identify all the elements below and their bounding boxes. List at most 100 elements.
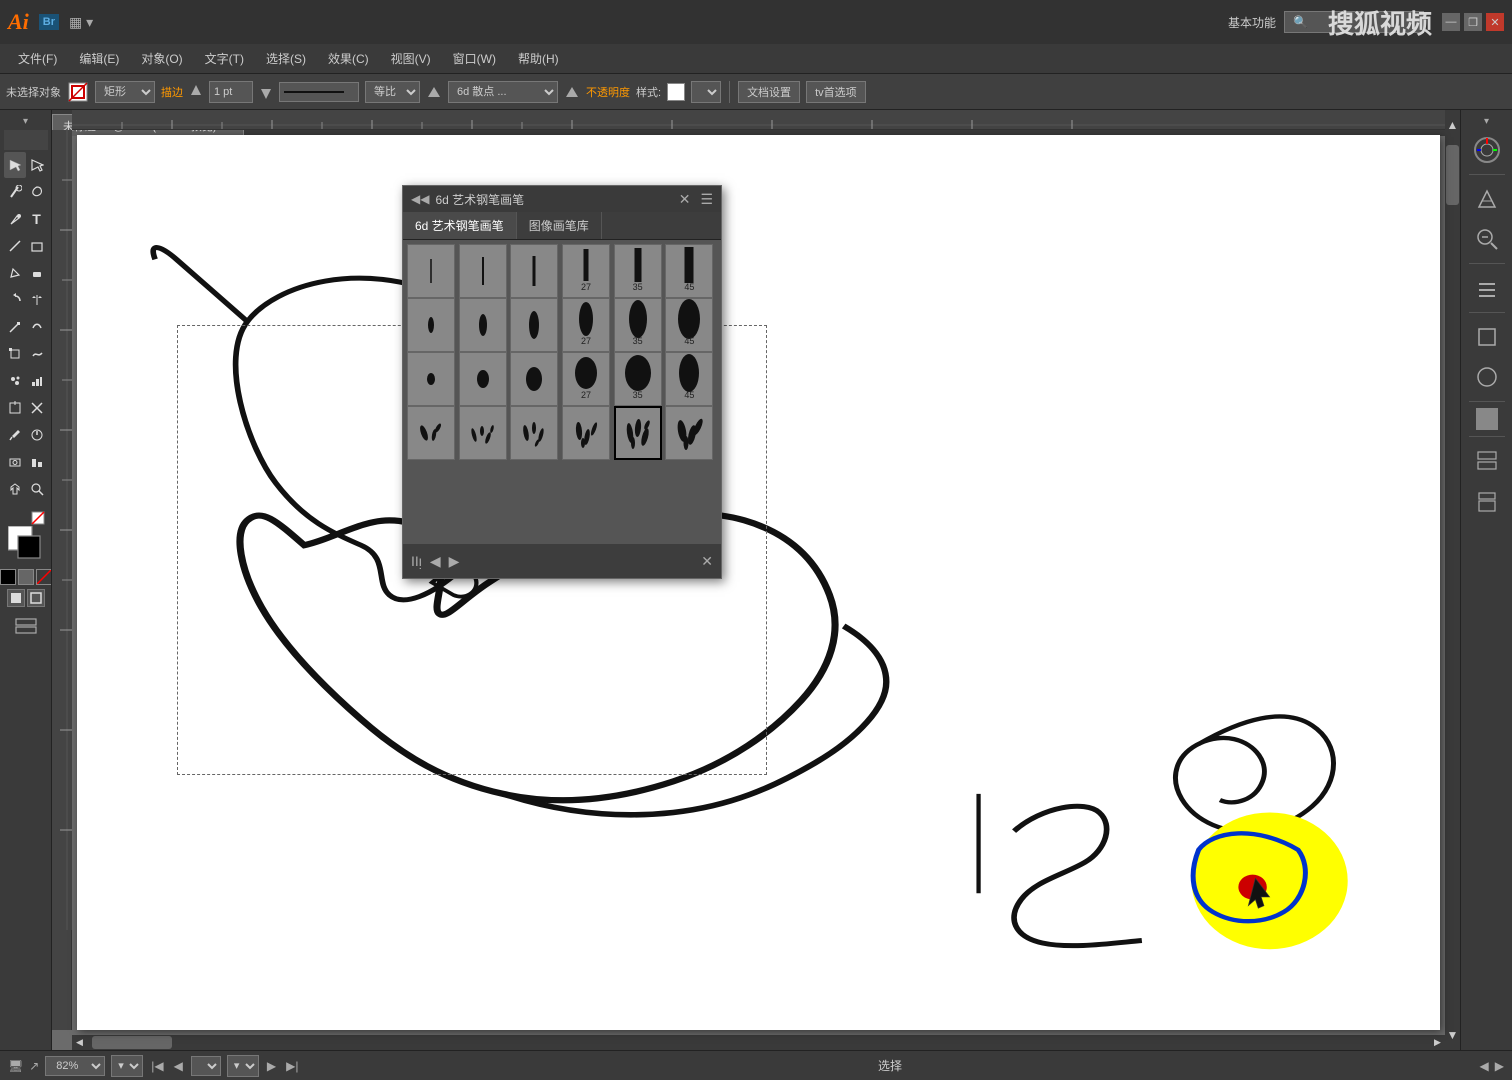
- chart-tool[interactable]: [26, 449, 48, 475]
- menu-type[interactable]: 文字(T): [195, 46, 254, 71]
- close-button[interactable]: ✕: [1486, 13, 1504, 31]
- swap-colors-icon[interactable]: [8, 526, 44, 565]
- brush-expand-icon[interactable]: [564, 81, 580, 103]
- warp-tool[interactable]: [26, 314, 48, 340]
- nav-prev-button[interactable]: ◀: [172, 1059, 185, 1073]
- doc-settings-button[interactable]: 文档设置: [738, 81, 800, 103]
- zoom-tool[interactable]: [26, 476, 48, 502]
- brush-cell-3-3[interactable]: [562, 406, 610, 460]
- scroll-thumb-horizontal[interactable]: [92, 1036, 172, 1049]
- stroke-value-input[interactable]: [209, 81, 253, 103]
- brush-prev-button[interactable]: ◀: [430, 553, 441, 570]
- right-layers-tool[interactable]: [1467, 443, 1507, 479]
- screenshot-tool[interactable]: [4, 449, 26, 475]
- line-tool[interactable]: [4, 233, 26, 259]
- right-panel-collapse-icon[interactable]: ▾: [1484, 116, 1489, 127]
- brush-delete-button[interactable]: ✕: [701, 553, 713, 570]
- brush-cell-1-5[interactable]: 45: [665, 298, 713, 352]
- color-black-swatch[interactable]: [0, 569, 16, 585]
- no-fill-icon[interactable]: [31, 511, 46, 526]
- brush-cell-2-0[interactable]: [407, 352, 455, 406]
- brush-library-button[interactable]: IIᴉ: [411, 553, 422, 569]
- right-color-swatch[interactable]: [1476, 408, 1498, 430]
- brush-cell-1-3[interactable]: 27: [562, 298, 610, 352]
- scroll-thumb-vertical[interactable]: [1446, 145, 1459, 205]
- minimize-button[interactable]: —: [1442, 13, 1460, 31]
- nav-last-button[interactable]: ▶|: [284, 1059, 300, 1073]
- nav-first-button[interactable]: |◀: [149, 1059, 165, 1073]
- brush-cell-0-4[interactable]: 35: [614, 244, 662, 298]
- free-transform-tool[interactable]: [4, 341, 26, 367]
- right-zoom-tool[interactable]: [1467, 221, 1507, 257]
- stroke-style-preview[interactable]: [279, 82, 359, 102]
- br-logo-icon[interactable]: Br: [39, 14, 59, 30]
- layout-icon[interactable]: ▦ ▾: [65, 12, 97, 33]
- color-wheel-tool[interactable]: [1467, 132, 1507, 168]
- panel-nav-prev-button[interactable]: ◀◀: [411, 192, 429, 206]
- right-arrange-tool[interactable]: [1467, 483, 1507, 519]
- nav-next-button[interactable]: ▶: [265, 1059, 278, 1073]
- tab-image-brush-lib[interactable]: 图像画笔库: [517, 212, 602, 239]
- scroll-down-arrow[interactable]: ▼: [1445, 1020, 1460, 1050]
- brush-cell-0-5[interactable]: 45: [665, 244, 713, 298]
- stroke-up-arrow[interactable]: [189, 81, 203, 103]
- brush-cell-3-1[interactable]: [459, 406, 507, 460]
- stroke-down-arrow[interactable]: [259, 81, 273, 103]
- panel-close-button[interactable]: ✕: [679, 191, 691, 208]
- eraser-tool[interactable]: [26, 260, 48, 286]
- artwork-canvas[interactable]: [77, 135, 1440, 1030]
- right-lines-tool[interactable]: [1467, 270, 1507, 306]
- brush-cell-3-2[interactable]: [510, 406, 558, 460]
- pencil-tool[interactable]: [4, 260, 26, 286]
- reflect-tool[interactable]: [26, 287, 48, 313]
- artboard-tool[interactable]: [4, 395, 26, 421]
- right-pen-tool[interactable]: [1467, 181, 1507, 217]
- status-export-icon[interactable]: ↗: [29, 1059, 39, 1073]
- brush-cell-0-3[interactable]: 27: [562, 244, 610, 298]
- page-dropdown[interactable]: ▾: [227, 1055, 259, 1077]
- brush-cell-1-1[interactable]: [459, 298, 507, 352]
- brush-cell-2-4[interactable]: 35: [614, 352, 662, 406]
- scroll-left-arrow[interactable]: ◀: [72, 1035, 87, 1050]
- brush-cell-3-0[interactable]: [407, 406, 455, 460]
- direct-selection-tool[interactable]: [26, 152, 48, 178]
- rotate-tool[interactable]: [4, 287, 26, 313]
- stroke-color-icon[interactable]: [67, 81, 89, 103]
- right-rect-tool[interactable]: [1467, 319, 1507, 355]
- zoom-dropdown[interactable]: ▾: [111, 1055, 143, 1077]
- symbol-sprayer-tool[interactable]: [4, 368, 26, 394]
- status-arrow-right[interactable]: ▶: [1495, 1059, 1504, 1073]
- magic-wand-tool[interactable]: [4, 179, 26, 205]
- workspace-label[interactable]: 基本功能: [1228, 14, 1276, 31]
- panel-menu-button[interactable]: ☰: [700, 191, 713, 208]
- menu-effect[interactable]: 效果(C): [318, 46, 379, 71]
- brush-cell-2-3[interactable]: 27: [562, 352, 610, 406]
- scroll-up-arrow[interactable]: ▲: [1445, 110, 1460, 140]
- full-mode-icon[interactable]: [27, 589, 45, 607]
- brush-select[interactable]: 6d 散点 ...: [448, 81, 558, 103]
- measure-tool[interactable]: [26, 422, 48, 448]
- stroke-proportion-select[interactable]: 等比: [365, 81, 420, 103]
- brush-cell-1-4[interactable]: 35: [614, 298, 662, 352]
- graph-tool[interactable]: [26, 368, 48, 394]
- brush-cell-2-5[interactable]: 45: [665, 352, 713, 406]
- menu-window[interactable]: 窗口(W): [443, 46, 506, 71]
- brush-cell-3-4[interactable]: [614, 406, 662, 460]
- brush-cell-2-1[interactable]: [459, 352, 507, 406]
- normal-mode-icon[interactable]: [7, 589, 25, 607]
- pen-tool[interactable]: [4, 206, 26, 232]
- menu-object[interactable]: 对象(O): [131, 46, 192, 71]
- menu-help[interactable]: 帮助(H): [508, 46, 569, 71]
- prefs-button[interactable]: tv首选项: [806, 81, 866, 103]
- menu-view[interactable]: 视图(V): [381, 46, 441, 71]
- brush-cell-3-5[interactable]: [665, 406, 713, 460]
- lasso-tool[interactable]: [26, 179, 48, 205]
- slice-tool[interactable]: [26, 395, 48, 421]
- reshape-tool[interactable]: [26, 341, 48, 367]
- brush-next-button[interactable]: ▶: [449, 553, 460, 570]
- status-info-icon[interactable]: 🖥: [8, 1059, 23, 1073]
- stroke-expand-icon[interactable]: [426, 81, 442, 103]
- toolbar-collapse-icon[interactable]: ▾: [23, 116, 28, 127]
- eyedropper-tool[interactable]: [4, 422, 26, 448]
- scroll-right-arrow[interactable]: ▶: [1430, 1035, 1445, 1050]
